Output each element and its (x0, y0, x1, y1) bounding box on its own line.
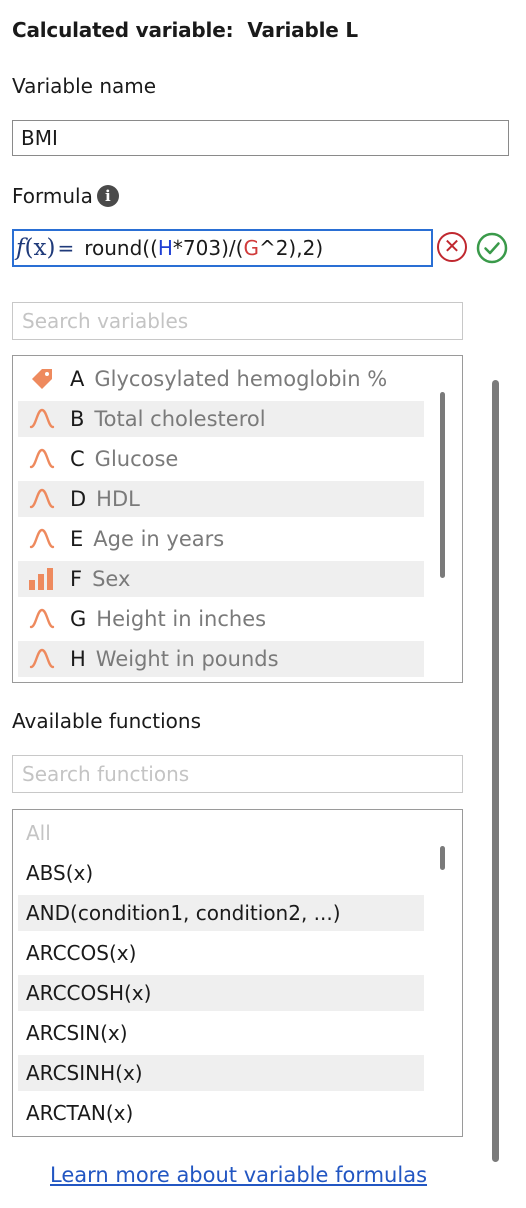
tag-icon (24, 361, 60, 397)
variable-name: Sex (92, 567, 131, 591)
variable-name: Glucose (94, 447, 179, 471)
formula-equals: = (57, 236, 75, 260)
distribution-curve-icon (24, 521, 60, 557)
variable-name-input[interactable] (12, 120, 509, 156)
function-item[interactable]: ARCSINH(x) (18, 1055, 424, 1091)
function-item[interactable]: ARCCOSH(x) (18, 975, 424, 1011)
function-item[interactable]: ARCCOS(x) (18, 935, 424, 971)
functions-scrollbar[interactable] (440, 846, 445, 870)
formula-label-row: Formula i (12, 184, 119, 208)
variable-name: HDL (96, 487, 140, 511)
variable-item[interactable]: F Sex (18, 561, 424, 597)
function-fx-icon: f(x) (16, 235, 56, 261)
variable-letter: G (70, 607, 87, 631)
search-variables-input[interactable] (12, 302, 463, 340)
cancel-formula-button[interactable]: ✕ (437, 232, 467, 262)
variable-name: Weight in pounds (95, 647, 279, 671)
info-icon[interactable]: i (96, 185, 119, 207)
variable-item[interactable]: E Age in years (18, 521, 424, 557)
variable-item[interactable]: A Glycosylated hemoglobin % (18, 361, 424, 397)
distribution-curve-icon (24, 481, 60, 517)
variables-list: A Glycosylated hemoglobin % B Total cholest… (12, 355, 463, 683)
formula-ref-h: H (157, 236, 173, 260)
variables-list-items: A Glycosylated hemoglobin % B Total cholest… (18, 361, 424, 681)
function-category-all[interactable]: All (18, 815, 424, 851)
function-item[interactable]: ABS(x) (18, 855, 424, 891)
search-functions-input[interactable] (12, 755, 463, 793)
variable-name: Age in years (93, 527, 225, 551)
function-item[interactable]: AND(condition1, condition2, ...) (18, 895, 424, 931)
functions-label: Available functions (12, 709, 202, 733)
distribution-curve-icon (24, 441, 60, 477)
panel-title: Calculated variable: Variable L (12, 18, 358, 42)
confirm-formula-button[interactable] (476, 232, 508, 264)
formula-ref-g: G (243, 236, 259, 260)
panel-title-prefix: Calculated variable: (12, 18, 234, 42)
function-item[interactable]: ARCTAN(x) (18, 1095, 424, 1131)
variable-item[interactable]: G Height in inches (18, 601, 424, 637)
functions-list: All ABS(x) AND(condition1, condition2, ...… (12, 809, 463, 1137)
variable-letter: D (70, 487, 87, 511)
cancel-circle-icon: ✕ (443, 234, 461, 258)
formula-text: round((H*703)/(G^2),2) (84, 236, 324, 260)
variable-name: Total cholesterol (94, 407, 266, 431)
functions-list-items: All ABS(x) AND(condition1, condition2, ...… (18, 815, 424, 1135)
variable-letter: B (70, 407, 85, 431)
variable-name-label: Variable name (12, 74, 157, 98)
check-circle-icon (476, 232, 508, 264)
panel-scrollbar[interactable] (492, 380, 499, 1162)
variable-item[interactable]: D HDL (18, 481, 424, 517)
variable-item[interactable]: C Glucose (18, 441, 424, 477)
formula-input[interactable]: f(x) = round((H*703)/(G^2),2) (12, 229, 433, 267)
distribution-curve-icon (24, 641, 60, 677)
variable-letter: A (70, 367, 85, 391)
bar-chart-icon (24, 561, 60, 597)
distribution-curve-icon (24, 601, 60, 637)
distribution-curve-icon (24, 401, 60, 437)
variable-letter: F (70, 567, 83, 591)
learn-more-link[interactable]: Learn more about variable formulas (50, 1163, 427, 1187)
variable-name: Height in inches (96, 607, 267, 631)
panel-title-variable: Variable L (247, 18, 358, 42)
variables-scrollbar[interactable] (440, 392, 445, 578)
variable-name: Glycosylated hemoglobin % (94, 367, 388, 391)
variable-letter: E (70, 527, 84, 551)
function-item[interactable]: ARCSIN(x) (18, 1015, 424, 1051)
variable-item[interactable]: H Weight in pounds (18, 641, 424, 677)
formula-label: Formula (12, 184, 93, 208)
variable-item[interactable]: B Total cholesterol (18, 401, 424, 437)
variable-letter: C (70, 447, 85, 471)
variable-letter: H (70, 647, 86, 671)
